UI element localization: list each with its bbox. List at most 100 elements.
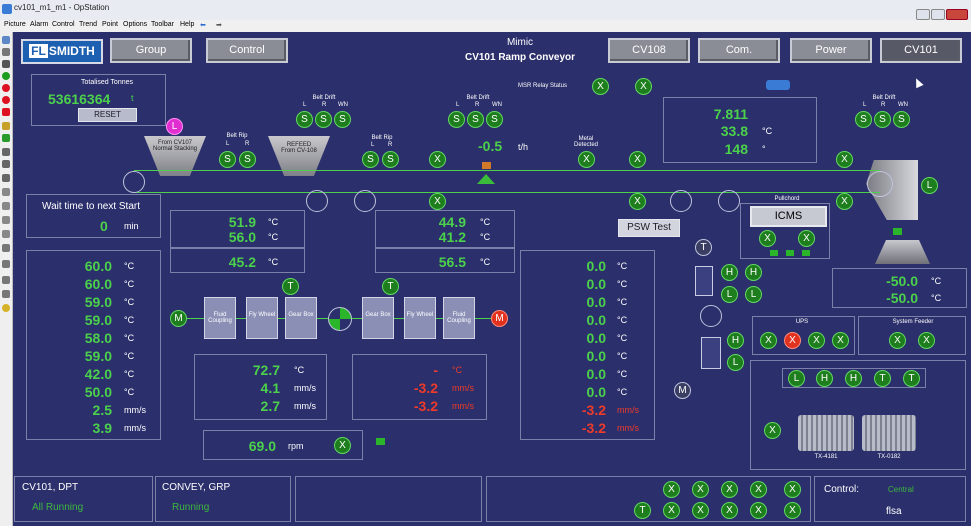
status-indicator[interactable]: X: [750, 481, 767, 498]
status-indicator[interactable]: X: [663, 481, 680, 498]
belt-rip-switch[interactable]: S: [239, 151, 256, 168]
status-indicator[interactable]: X: [836, 151, 853, 168]
tx-high-indicator[interactable]: H: [845, 370, 862, 387]
level-high-indicator[interactable]: H: [721, 264, 738, 281]
status-indicator[interactable]: X: [784, 481, 801, 498]
close-window-button[interactable]: [946, 9, 968, 20]
level-low-indicator[interactable]: L: [727, 354, 744, 371]
belt-drift-switch[interactable]: S: [874, 111, 891, 128]
forward-arrow-icon[interactable]: ➡: [216, 21, 222, 29]
cv101-button[interactable]: CV101: [880, 38, 962, 63]
pullchord-switch[interactable]: X: [759, 230, 776, 247]
take-up-motor[interactable]: M: [674, 382, 691, 399]
menu-alarm[interactable]: Alarm: [30, 21, 48, 28]
msr-relay-1[interactable]: X: [592, 78, 609, 95]
system-feeder-indicator[interactable]: X: [889, 332, 906, 349]
tool-icon[interactable]: [2, 244, 10, 252]
level-low-indicator[interactable]: L: [721, 286, 738, 303]
menu-trend[interactable]: Trend: [79, 21, 97, 28]
tool-icon[interactable]: [2, 216, 10, 224]
belt-rip-switch[interactable]: S: [219, 151, 236, 168]
status-indicator[interactable]: X: [836, 193, 853, 210]
status-indicator[interactable]: X: [692, 481, 709, 498]
belt-drift-switch[interactable]: S: [893, 111, 910, 128]
icms-button[interactable]: ICMS: [750, 206, 827, 227]
menu-point[interactable]: Point: [102, 21, 118, 28]
reset-button[interactable]: RESET: [78, 108, 137, 122]
level-low-indicator[interactable]: L: [745, 286, 762, 303]
status-indicator[interactable]: X: [750, 502, 767, 519]
tool-icon[interactable]: [2, 260, 10, 268]
com-button[interactable]: Com.: [698, 38, 780, 63]
power-button[interactable]: Power: [790, 38, 872, 63]
metal-detector-indicator[interactable]: X: [578, 151, 595, 168]
system-feeder-indicator[interactable]: X: [918, 332, 935, 349]
back-arrow-icon[interactable]: ⬅: [200, 21, 206, 29]
status-indicator[interactable]: X: [721, 502, 738, 519]
belt-drift-switch[interactable]: S: [467, 111, 484, 128]
status-indicator[interactable]: X: [629, 193, 646, 210]
level-indicator[interactable]: L: [166, 118, 183, 135]
tool-icon[interactable]: [2, 290, 10, 298]
tx-low-indicator[interactable]: L: [788, 370, 805, 387]
tool-icon[interactable]: [2, 230, 10, 238]
ups-indicator[interactable]: X: [832, 332, 849, 349]
start-icon[interactable]: [2, 72, 10, 80]
status-indicator[interactable]: X: [429, 151, 446, 168]
status-indicator[interactable]: X: [629, 151, 646, 168]
tension-indicator[interactable]: T: [695, 239, 712, 256]
right-motor[interactable]: M: [491, 310, 508, 327]
left-motor[interactable]: M: [170, 310, 187, 327]
group-button[interactable]: Group: [110, 38, 192, 63]
stop-icon[interactable]: [2, 96, 10, 104]
status-indicator[interactable]: X: [784, 502, 801, 519]
maximize-button[interactable]: [931, 9, 945, 20]
tool-icon[interactable]: [2, 188, 10, 196]
menu-control[interactable]: Control: [52, 21, 75, 28]
menu-picture[interactable]: Picture: [4, 21, 26, 28]
ups-indicator[interactable]: X: [808, 332, 825, 349]
minimize-button[interactable]: [916, 9, 930, 20]
control-button[interactable]: Control: [206, 38, 288, 63]
belt-drift-switch[interactable]: S: [448, 111, 465, 128]
help-icon[interactable]: [2, 304, 10, 312]
tool-icon[interactable]: [2, 36, 10, 44]
belt-rip-switch[interactable]: S: [362, 151, 379, 168]
menu-help[interactable]: Help: [180, 21, 194, 28]
ups-indicator-alarm[interactable]: X: [784, 332, 801, 349]
tension-indicator[interactable]: T: [634, 502, 651, 519]
speed-switch[interactable]: X: [334, 437, 351, 454]
stop-icon[interactable]: [2, 84, 10, 92]
level-high-indicator[interactable]: H: [745, 264, 762, 281]
trend-icon[interactable]: [2, 202, 10, 210]
menu-options[interactable]: Options: [123, 21, 147, 28]
tx-temp-indicator[interactable]: T: [903, 370, 920, 387]
status-indicator[interactable]: X: [663, 502, 680, 519]
belt-drift-switch[interactable]: S: [855, 111, 872, 128]
belt-drift-switch[interactable]: S: [334, 111, 351, 128]
status-indicator[interactable]: X: [721, 481, 738, 498]
tool-icon[interactable]: [2, 174, 10, 182]
alarm-icon[interactable]: [2, 108, 10, 116]
print-icon[interactable]: [2, 48, 10, 56]
ups-indicator[interactable]: X: [760, 332, 777, 349]
status-indicator[interactable]: X: [692, 502, 709, 519]
menu-toolbar[interactable]: Toolbar: [151, 21, 174, 28]
tx-high-indicator[interactable]: H: [816, 370, 833, 387]
belt-drift-switch[interactable]: S: [315, 111, 332, 128]
left-gear-temp[interactable]: T: [282, 278, 299, 295]
tool-icon[interactable]: [2, 60, 10, 68]
status-indicator[interactable]: X: [429, 193, 446, 210]
tool-icon[interactable]: [2, 148, 10, 156]
level-indicator[interactable]: L: [921, 177, 938, 194]
cv108-button[interactable]: CV108: [608, 38, 690, 63]
tool-icon[interactable]: [2, 276, 10, 284]
belt-rip-switch[interactable]: S: [382, 151, 399, 168]
right-gear-temp[interactable]: T: [382, 278, 399, 295]
belt-drift-switch[interactable]: S: [296, 111, 313, 128]
tool-icon[interactable]: [2, 122, 10, 130]
pullchord-switch[interactable]: X: [798, 230, 815, 247]
tx-temp-indicator[interactable]: T: [874, 370, 891, 387]
belt-drift-switch[interactable]: S: [486, 111, 503, 128]
psw-test-button[interactable]: PSW Test: [618, 219, 680, 237]
